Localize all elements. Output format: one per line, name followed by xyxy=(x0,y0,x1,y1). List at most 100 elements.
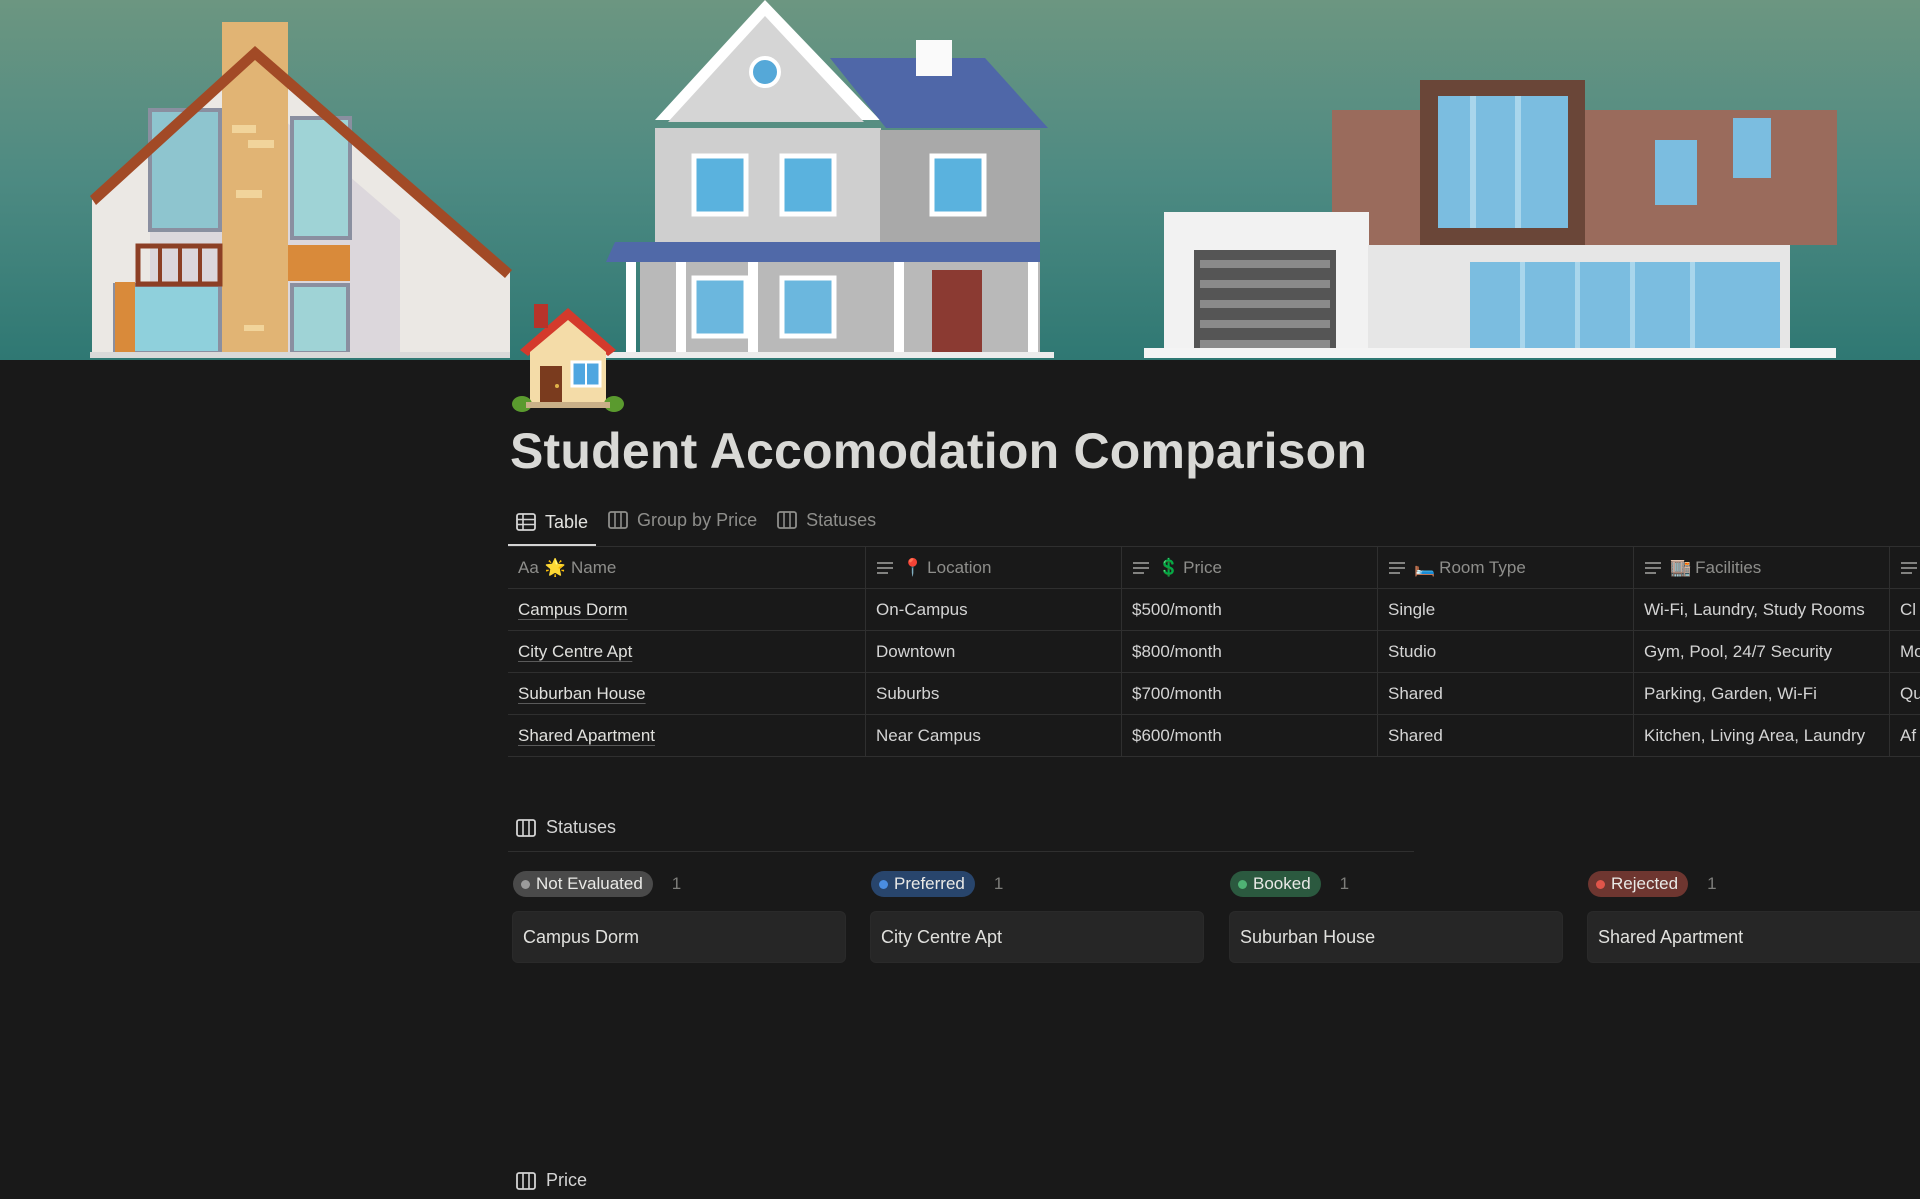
board-column-not-evaluated: Not Evaluated 1 Campus Dorm xyxy=(513,870,845,962)
column-header-more[interactable] xyxy=(1890,547,1920,588)
price-cell[interactable]: $800/month xyxy=(1122,631,1378,672)
column-header-label: Price xyxy=(1183,557,1222,577)
statuses-section-title[interactable]: Statuses xyxy=(516,817,616,838)
a-frame-house xyxy=(90,22,512,358)
tab-table[interactable]: Table xyxy=(508,500,597,546)
location-cell[interactable]: On-Campus xyxy=(866,589,1122,630)
column-count: 1 xyxy=(993,874,1004,893)
status-dot-icon xyxy=(1238,879,1247,889)
location-cell[interactable]: Downtown xyxy=(866,631,1122,672)
text-property-icon xyxy=(1645,561,1661,574)
building-icon: 🏬 xyxy=(1670,557,1692,577)
extra-cell[interactable]: Mo xyxy=(1890,631,1920,672)
column-count: 1 xyxy=(1707,874,1717,893)
facilities-cell[interactable]: Gym, Pool, 24/7 Security xyxy=(1634,631,1890,672)
column-header[interactable]: Rejected 1 xyxy=(1588,870,1920,898)
facilities-cell[interactable]: Parking, Garden, Wi-Fi xyxy=(1634,673,1890,714)
price-cell[interactable]: $600/month xyxy=(1122,715,1378,756)
table-icon xyxy=(516,513,536,531)
board-card[interactable]: Shared Apartment xyxy=(1588,912,1920,962)
colonial-house xyxy=(600,0,1054,358)
name-cell[interactable]: Campus Dorm xyxy=(508,589,866,630)
table-row[interactable]: Campus Dorm On-Campus $500/month Single … xyxy=(508,589,1920,631)
column-header[interactable]: Preferred 1 xyxy=(871,870,1203,898)
status-label: Not Evaluated xyxy=(536,874,643,893)
row-name-link[interactable]: Shared Apartment xyxy=(518,726,655,746)
status-badge[interactable]: Not Evaluated xyxy=(513,871,653,897)
table-row[interactable]: City Centre Apt Downtown $800/month Stud… xyxy=(508,631,1920,673)
bed-icon: 🛏️ xyxy=(1414,557,1436,577)
extra-cell[interactable]: Qu xyxy=(1890,673,1920,714)
column-count: 1 xyxy=(1339,874,1350,893)
status-dot-icon xyxy=(521,879,530,889)
facilities-cell[interactable]: Wi-Fi, Laundry, Study Rooms xyxy=(1634,589,1890,630)
board-icon xyxy=(516,818,536,837)
extra-cell[interactable]: Cl xyxy=(1890,589,1920,630)
price-cell[interactable]: $500/month xyxy=(1122,589,1378,630)
room-type-cell[interactable]: Shared xyxy=(1378,715,1634,756)
column-header-price[interactable]: 💲 Price xyxy=(1122,547,1378,588)
name-cell[interactable]: City Centre Apt xyxy=(508,631,866,672)
status-label: Booked xyxy=(1253,874,1311,893)
cover-image xyxy=(0,0,1920,360)
price-section-title[interactable]: Price xyxy=(516,1170,587,1191)
tab-statuses[interactable]: Statuses xyxy=(769,500,884,540)
board-card[interactable]: Campus Dorm xyxy=(513,912,845,962)
board-card[interactable]: Suburban House xyxy=(1230,912,1562,962)
column-header[interactable]: Not Evaluated 1 xyxy=(513,870,845,898)
tab-group-by-price[interactable]: Group by Price xyxy=(600,500,765,540)
facilities-cell[interactable]: Kitchen, Living Area, Laundry xyxy=(1634,715,1890,756)
section-title-label: Price xyxy=(546,1170,588,1190)
view-tabs: Table Group by Price Statuses xyxy=(508,500,888,546)
status-label: Rejected xyxy=(1611,874,1679,893)
row-name-link[interactable]: Campus Dorm xyxy=(518,600,628,620)
board-icon xyxy=(608,511,628,529)
room-type-cell[interactable]: Studio xyxy=(1378,631,1634,672)
modern-house xyxy=(1144,80,1837,358)
column-header-name[interactable]: Aa 🌟 Name xyxy=(508,547,866,588)
row-name-link[interactable]: Suburban House xyxy=(518,684,646,704)
board-column-preferred: Preferred 1 City Centre Apt xyxy=(871,870,1203,962)
board-column-booked: Booked 1 Suburban House xyxy=(1230,870,1562,962)
tab-label: Table xyxy=(545,511,589,532)
text-property-icon xyxy=(1389,561,1405,574)
room-type-cell[interactable]: Single xyxy=(1378,589,1634,630)
board-card[interactable]: City Centre Apt xyxy=(871,912,1203,962)
page-title: Student Accomodation Comparison xyxy=(510,423,1368,479)
tab-label: Group by Price xyxy=(637,509,758,530)
status-badge[interactable]: Preferred xyxy=(871,871,975,897)
column-header-label: Location xyxy=(927,557,992,577)
accommodation-table: Aa 🌟 Name 📍 Location 💲 Price 🛏️ Room Typ… xyxy=(508,547,1920,757)
table-header-row: Aa 🌟 Name 📍 Location 💲 Price 🛏️ Room Typ… xyxy=(508,547,1920,589)
section-title-label: Statuses xyxy=(546,817,617,837)
column-header-location[interactable]: 📍 Location xyxy=(866,547,1122,588)
location-cell[interactable]: Suburbs xyxy=(866,673,1122,714)
status-badge[interactable]: Rejected xyxy=(1588,871,1689,897)
room-type-cell[interactable]: Shared xyxy=(1378,673,1634,714)
price-cell[interactable]: $700/month xyxy=(1122,673,1378,714)
extra-cell[interactable]: Af xyxy=(1890,715,1920,756)
board-icon xyxy=(516,1171,536,1190)
row-name-link[interactable]: City Centre Apt xyxy=(518,642,632,662)
column-header-label: Name xyxy=(570,557,617,577)
title-property-icon: Aa xyxy=(518,557,539,577)
column-header-room-type[interactable]: 🛏️ Room Type xyxy=(1378,547,1634,588)
location-cell[interactable]: Near Campus xyxy=(866,715,1122,756)
text-property-icon xyxy=(1133,561,1149,574)
house-icon[interactable] xyxy=(512,300,624,416)
name-cell[interactable]: Suburban House xyxy=(508,673,866,714)
table-row[interactable]: Suburban House Suburbs $700/month Shared… xyxy=(508,673,1920,715)
table-row[interactable]: Shared Apartment Near Campus $600/month … xyxy=(508,715,1920,757)
cover-houses-illustration xyxy=(90,0,1837,358)
pin-icon: 📍 xyxy=(902,557,924,577)
column-header-label: Room Type xyxy=(1439,557,1526,577)
status-label: Preferred xyxy=(894,874,965,893)
column-header[interactable]: Booked 1 xyxy=(1230,870,1562,898)
column-header-facilities[interactable]: 🏬 Facilities xyxy=(1634,547,1890,588)
star-icon: 🌟 xyxy=(544,557,566,577)
dollar-icon: 💲 xyxy=(1158,557,1180,577)
status-badge[interactable]: Booked xyxy=(1230,871,1321,897)
board-icon xyxy=(777,511,797,529)
name-cell[interactable]: Shared Apartment xyxy=(508,715,866,756)
status-dot-icon xyxy=(1596,879,1605,889)
